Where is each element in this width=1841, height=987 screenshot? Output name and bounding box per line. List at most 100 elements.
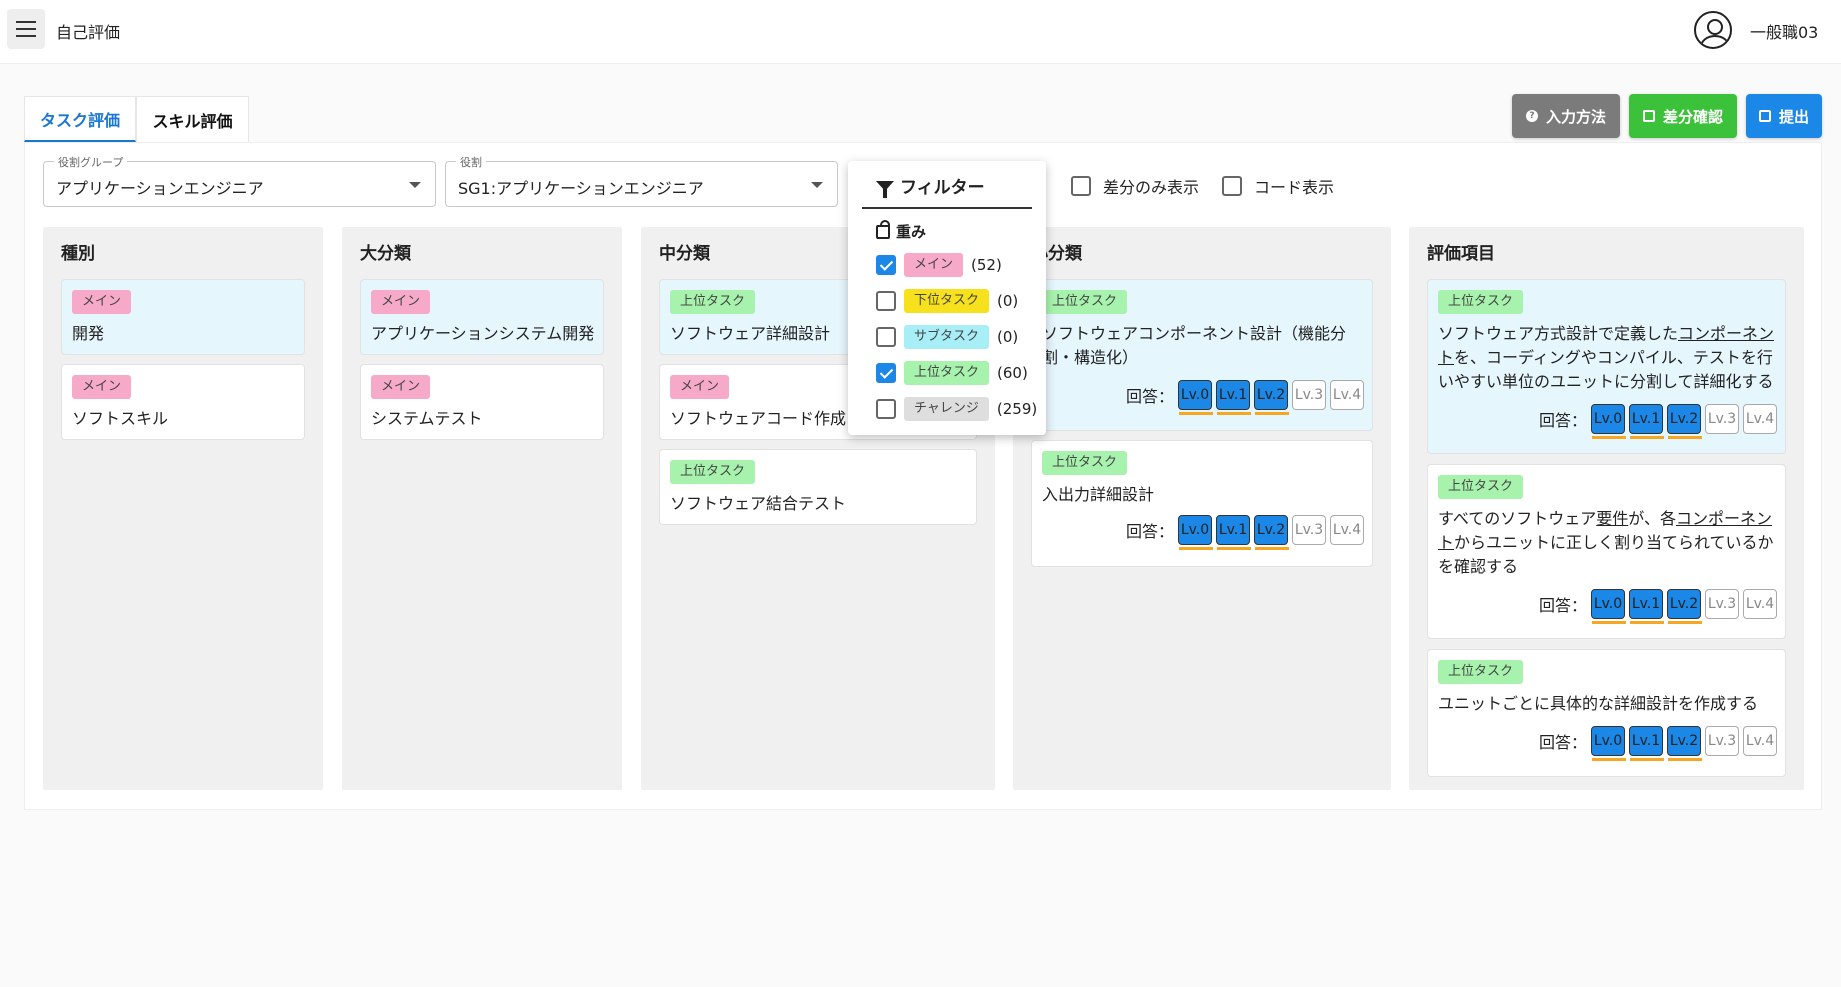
checkbox[interactable] xyxy=(876,291,896,311)
answer-label: 回答： xyxy=(1125,387,1174,406)
checkbox[interactable] xyxy=(876,399,896,419)
card[interactable]: 上位タスク ユニットごとに具体的な詳細設計を作成する 回答： Lv.0 Lv.1… xyxy=(1427,649,1786,777)
level-button[interactable]: Lv.2 xyxy=(1667,589,1702,624)
level-button[interactable]: Lv.1 xyxy=(1216,515,1251,550)
card[interactable]: メイン 開発 xyxy=(61,279,305,355)
card[interactable]: メイン システムテスト xyxy=(360,364,604,440)
level-button[interactable]: Lv.3 xyxy=(1705,589,1739,619)
answer-levels: 回答： Lv.0 Lv.1 Lv.2 Lv.3 Lv.4 xyxy=(1125,515,1364,550)
text-segment: ソフトウェア方式設計で定義した xyxy=(1438,324,1679,343)
checkbox[interactable] xyxy=(1071,176,1091,196)
column-title: 種別 xyxy=(61,244,95,264)
count-label: (259) xyxy=(996,400,1038,418)
level-button[interactable]: Lv.4 xyxy=(1743,589,1777,619)
howto-button[interactable]: ? 入力方法 xyxy=(1512,94,1620,138)
card-text: ソフトウェア方式設計で定義したコンポーネントを、コーディングやコンパイル、テスト… xyxy=(1438,322,1778,394)
level-button[interactable]: Lv.0 xyxy=(1178,515,1213,550)
app-bar: 自己評価 一般職03 xyxy=(0,0,1841,64)
card[interactable]: メイン アプリケーションシステム開発 xyxy=(360,279,604,355)
glossary-link[interactable]: 要件 xyxy=(1596,509,1628,528)
weight-icon xyxy=(876,219,890,239)
level-button[interactable]: Lv.2 xyxy=(1254,515,1289,550)
card[interactable]: 上位タスク ソフトウェア結合テスト xyxy=(659,449,977,525)
tab-bar: タスク評価 スキル評価 xyxy=(24,96,249,142)
card[interactable]: 上位タスク ソフトウェアコンポーネント設計（機能分割・構造化） 回答： Lv.0… xyxy=(1031,279,1373,431)
filter-row-main[interactable]: メイン (52) xyxy=(876,253,1002,277)
user-avatar-icon[interactable] xyxy=(1694,11,1732,49)
level-button[interactable]: Lv.2 xyxy=(1254,380,1289,415)
diff-only-toggle[interactable]: 差分のみ表示 xyxy=(1071,174,1199,198)
answer-label: 回答： xyxy=(1538,733,1587,752)
menu-icon[interactable] xyxy=(7,9,45,49)
level-button[interactable]: Lv.1 xyxy=(1216,380,1251,415)
level-button[interactable]: Lv.4 xyxy=(1330,380,1364,410)
level-button[interactable]: Lv.0 xyxy=(1591,404,1626,439)
card-text: すべてのソフトウェア要件が、各コンポーネントからユニットに正しく割り当てられてい… xyxy=(1438,507,1778,579)
text-segment: からユニットに正しく割り当てられているかを確認する xyxy=(1438,533,1774,576)
card[interactable]: 上位タスク ソフトウェア方式設計で定義したコンポーネントを、コーディングやコンパ… xyxy=(1427,279,1786,454)
level-button[interactable]: Lv.4 xyxy=(1330,515,1364,545)
app-title: 自己評価 xyxy=(56,23,121,42)
submit-button[interactable]: 提出 xyxy=(1746,94,1822,138)
filter-row-challenge[interactable]: チャレンジ (259) xyxy=(876,397,1037,421)
card[interactable]: 上位タスク すべてのソフトウェア要件が、各コンポーネントからユニットに正しく割り… xyxy=(1427,464,1786,639)
level-button[interactable]: Lv.3 xyxy=(1705,404,1739,434)
answer-levels: 回答： Lv.0 Lv.1 Lv.2 Lv.3 Lv.4 xyxy=(1539,589,1777,624)
role-select[interactable]: 役割 SG1:アプリケーションエンジニア xyxy=(445,154,838,207)
answer-label: 回答： xyxy=(1125,522,1174,541)
level-button[interactable]: Lv.0 xyxy=(1178,380,1213,415)
tag-badge: 下位タスク xyxy=(904,289,990,313)
column-small-category: 小分類 上位タスク ソフトウェアコンポーネント設計（機能分割・構造化） 回答： … xyxy=(1013,227,1391,790)
level-button[interactable]: Lv.0 xyxy=(1591,726,1626,761)
answer-levels: 回答： Lv.0 Lv.1 Lv.2 Lv.3 Lv.4 xyxy=(1539,404,1777,439)
card-text: ソフトスキル xyxy=(72,409,169,428)
card[interactable]: 上位タスク 入出力詳細設計 回答： Lv.0 Lv.1 Lv.2 Lv.3 Lv… xyxy=(1031,440,1373,567)
level-button[interactable]: Lv.2 xyxy=(1667,726,1702,761)
tag-badge: 上位タスク xyxy=(904,361,990,385)
level-button[interactable]: Lv.4 xyxy=(1743,726,1777,756)
level-button[interactable]: Lv.0 xyxy=(1591,589,1626,624)
role-group-select[interactable]: 役割グループ アプリケーションエンジニア xyxy=(43,154,436,207)
filter-row-sub[interactable]: サブタスク (0) xyxy=(876,325,1018,349)
level-button[interactable]: Lv.1 xyxy=(1629,404,1664,439)
tag-badge: 上位タスク xyxy=(1042,451,1128,475)
column-title: 評価項目 xyxy=(1427,244,1495,264)
column-large-category: 大分類 メイン アプリケーションシステム開発 メイン システムテスト xyxy=(342,227,622,790)
diff-check-button[interactable]: 差分確認 xyxy=(1629,94,1737,138)
tag-badge: メイン xyxy=(904,253,964,277)
level-button[interactable]: Lv.1 xyxy=(1629,726,1664,761)
column-title: 中分類 xyxy=(659,244,710,264)
level-button[interactable]: Lv.3 xyxy=(1292,380,1326,410)
level-button[interactable]: Lv.2 xyxy=(1667,404,1702,439)
weight-label: 重み xyxy=(896,223,927,241)
checkbox[interactable] xyxy=(1222,176,1242,196)
card-text: システムテスト xyxy=(371,409,483,428)
tag-badge: 上位タスク xyxy=(1438,660,1524,684)
filter-title-label: フィルター xyxy=(900,178,985,198)
filter-row-upper[interactable]: 上位タスク (60) xyxy=(876,361,1028,385)
help-icon: ? xyxy=(1525,110,1538,122)
checkbox[interactable] xyxy=(876,255,896,275)
level-button[interactable]: Lv.4 xyxy=(1743,404,1777,434)
caret-down-icon xyxy=(409,182,421,188)
tag-badge: サブタスク xyxy=(904,325,990,349)
user-name[interactable]: 一般職03 xyxy=(1750,19,1818,43)
checkbox[interactable] xyxy=(876,327,896,347)
level-button[interactable]: Lv.1 xyxy=(1629,589,1664,624)
card-text: ソフトウェアコンポーネント設計（機能分割・構造化） xyxy=(1042,324,1347,367)
tab-task-evaluation[interactable]: タスク評価 xyxy=(24,96,136,142)
code-display-toggle[interactable]: コード表示 xyxy=(1222,174,1334,198)
level-button[interactable]: Lv.3 xyxy=(1705,726,1739,756)
card-text: 入出力詳細設計 xyxy=(1042,485,1155,504)
column-evaluation-items: 評価項目 上位タスク ソフトウェア方式設計で定義したコンポーネントを、コーディン… xyxy=(1409,227,1804,790)
filter-row-lower[interactable]: 下位タスク (0) xyxy=(876,289,1018,313)
tag-badge: 上位タスク xyxy=(670,290,756,314)
tab-skill-evaluation[interactable]: スキル評価 xyxy=(136,96,249,142)
card[interactable]: メイン ソフトスキル xyxy=(61,364,305,440)
checkbox[interactable] xyxy=(876,363,896,383)
card-text: アプリケーションシステム開発 xyxy=(371,324,595,343)
text-segment: を、コーディングやコンパイル、テストを行いやすい単位のユニットに分割して詳細化す… xyxy=(1438,348,1774,391)
count-label: (0) xyxy=(997,292,1019,310)
column-type: 種別 メイン 開発 メイン ソフトスキル xyxy=(43,227,323,790)
level-button[interactable]: Lv.3 xyxy=(1292,515,1326,545)
